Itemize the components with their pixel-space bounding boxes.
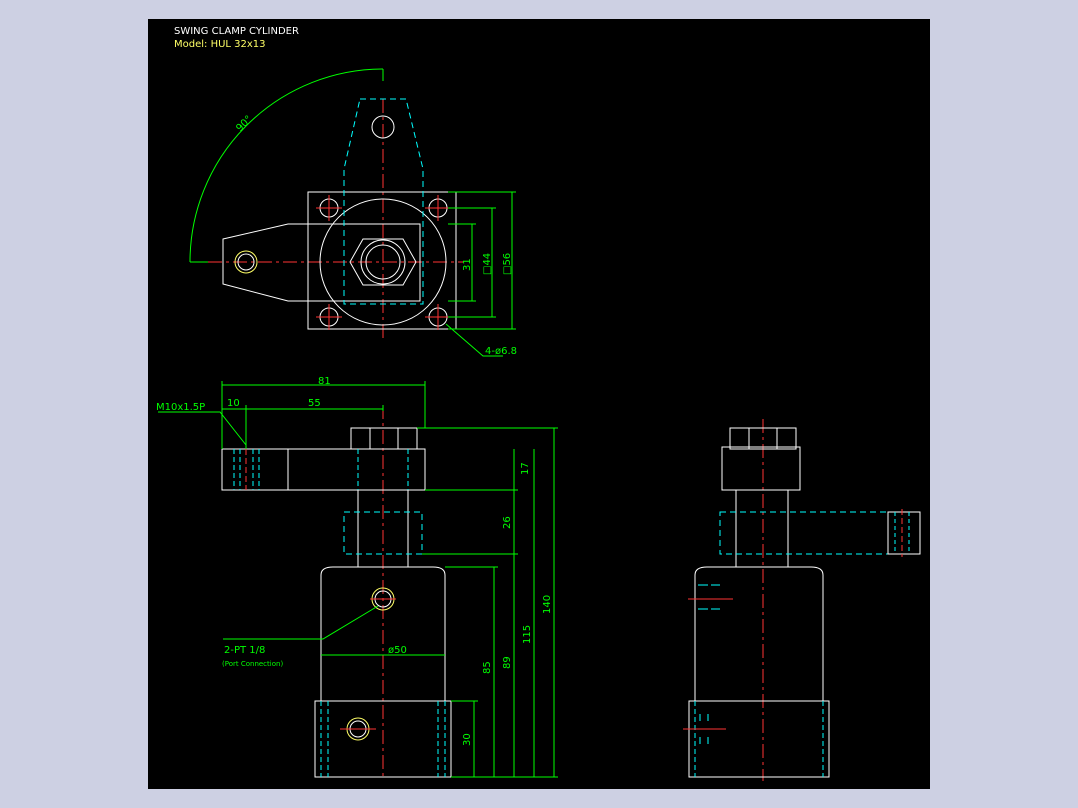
- swing-angle-arc: [189, 68, 384, 263]
- dim-140: 140: [542, 595, 553, 614]
- front-view: [221, 405, 452, 779]
- swing-angle-dimension: [189, 68, 384, 263]
- hex-nut-front: [350, 427, 418, 450]
- clamp-arm-front: [221, 448, 426, 491]
- top-view: [208, 98, 463, 339]
- dim-81: 81: [318, 376, 331, 387]
- drawing-title: SWING CLAMP CYLINDER: [174, 26, 299, 37]
- side-arm-end: [887, 511, 921, 555]
- side-nut-body: [721, 446, 801, 491]
- cad-drawing-canvas: SWING CLAMP CYLINDER Model: HUL 32x13 90…: [148, 19, 930, 789]
- dim-50: ø50: [388, 645, 407, 656]
- dim-115: 115: [522, 625, 533, 644]
- dim-55: 55: [308, 398, 321, 409]
- dim-mounting-holes: 4-ø6.8: [485, 346, 517, 357]
- side-cylinder-base: [688, 700, 830, 778]
- dim-31: 31: [462, 258, 473, 271]
- dim-26: 26: [502, 516, 513, 529]
- side-view: [683, 419, 921, 781]
- port-callout: 2-PT 1/8: [224, 645, 265, 656]
- dim-10: 10: [227, 398, 240, 409]
- swing-angle-label: 90°: [234, 114, 254, 134]
- side-cylinder-body: [694, 566, 824, 702]
- dim-44: □44: [482, 253, 493, 275]
- dim-56: □56: [502, 253, 513, 275]
- thread-callout: M10x1.5P: [156, 402, 205, 413]
- dim-17: 17: [520, 462, 531, 475]
- port-note: (Port Connection): [222, 660, 283, 668]
- dim-89: 89: [502, 656, 513, 669]
- side-arm-hidden: [719, 511, 921, 555]
- drawing-model: Model: HUL 32x13: [174, 39, 266, 50]
- dim-30: 30: [462, 733, 473, 746]
- dim-85: 85: [482, 661, 493, 674]
